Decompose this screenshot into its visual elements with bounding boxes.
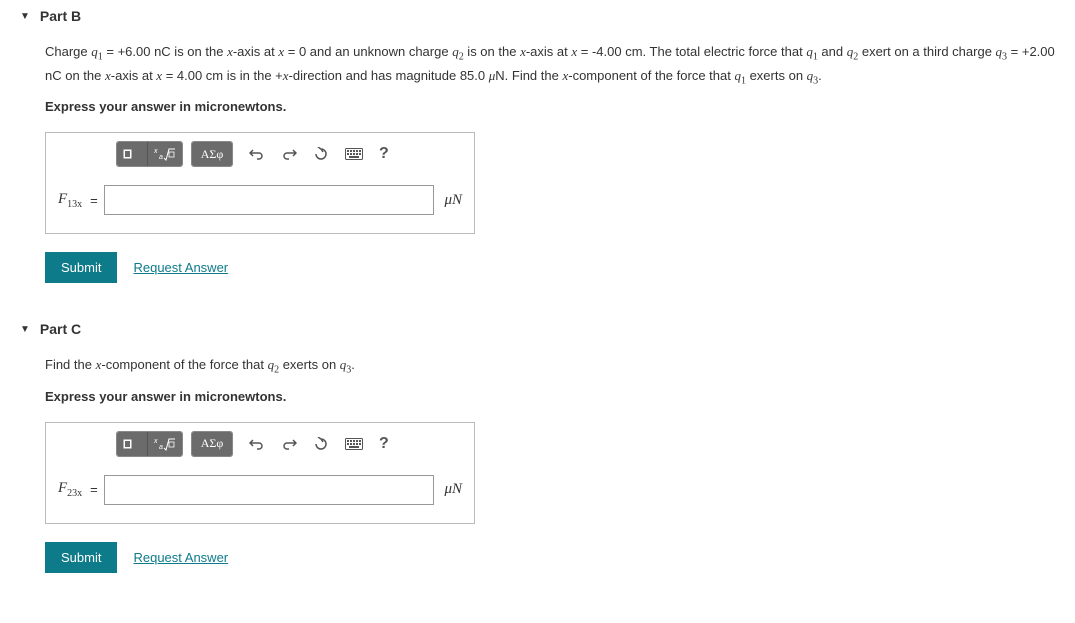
template-group: xa	[116, 431, 183, 457]
reset-button[interactable]	[305, 432, 337, 456]
reset-button[interactable]	[305, 142, 337, 166]
keyboard-button[interactable]	[337, 432, 371, 456]
template-group: xa	[116, 141, 183, 167]
help-button[interactable]: ?	[371, 432, 397, 456]
help-button[interactable]: ?	[371, 142, 397, 166]
part-c-answer-input[interactable]	[104, 475, 435, 505]
part-b-submit-button[interactable]: Submit	[45, 252, 117, 283]
part-c-request-answer-link[interactable]: Request Answer	[133, 550, 228, 565]
part-b-title: Part B	[40, 8, 81, 24]
part-b-unit: μN	[444, 192, 462, 209]
equation-toolbar: xa ΑΣφ	[46, 133, 474, 171]
greek-letters-button[interactable]: ΑΣφ	[192, 142, 232, 166]
undo-button[interactable]	[241, 432, 273, 456]
part-c-title: Part C	[40, 321, 81, 337]
equals-sign: =	[90, 193, 98, 208]
part-c-lhs: F23x	[58, 480, 82, 499]
part-b-header[interactable]: ▼ Part B	[20, 0, 1055, 32]
redo-button[interactable]	[273, 142, 305, 166]
part-b-problem: Charge q1 = +6.00 nC is on the x-axis at…	[45, 42, 1055, 89]
greek-group: ΑΣφ	[191, 431, 233, 457]
equation-toolbar: xa ΑΣφ	[46, 423, 474, 461]
svg-text:a: a	[159, 444, 163, 451]
part-b-instruction: Express your answer in micronewtons.	[45, 99, 1055, 114]
svg-text:x: x	[154, 438, 158, 445]
part-c-instruction: Express your answer in micronewtons.	[45, 389, 1055, 404]
part-b-section: ▼ Part B Charge q1 = +6.00 nC is on the …	[20, 0, 1055, 283]
part-b-answer-box: xa ΑΣφ	[45, 132, 475, 234]
part-c-header[interactable]: ▼ Part C	[20, 313, 1055, 345]
equals-sign: =	[90, 482, 98, 497]
part-c-submit-button[interactable]: Submit	[45, 542, 117, 573]
part-c-section: ▼ Part C Find the x-component of the for…	[20, 313, 1055, 573]
part-c-unit: μN	[444, 481, 462, 498]
fraction-radical-button[interactable]: xa	[148, 142, 182, 166]
fraction-radical-button[interactable]: xa	[148, 432, 182, 456]
part-b-lhs: F13x	[58, 191, 82, 210]
svg-text:x: x	[154, 148, 158, 155]
templates-button[interactable]	[117, 142, 148, 166]
redo-button[interactable]	[273, 432, 305, 456]
templates-button[interactable]	[117, 432, 148, 456]
caret-down-icon: ▼	[20, 11, 30, 22]
part-b-answer-input[interactable]	[104, 185, 435, 215]
greek-group: ΑΣφ	[191, 141, 233, 167]
undo-button[interactable]	[241, 142, 273, 166]
part-b-request-answer-link[interactable]: Request Answer	[133, 260, 228, 275]
part-c-problem: Find the x-component of the force that q…	[45, 355, 1055, 379]
part-c-answer-box: xa ΑΣφ	[45, 422, 475, 524]
caret-down-icon: ▼	[20, 324, 30, 335]
greek-letters-button[interactable]: ΑΣφ	[192, 432, 232, 456]
svg-text:a: a	[159, 154, 163, 161]
keyboard-button[interactable]	[337, 142, 371, 166]
